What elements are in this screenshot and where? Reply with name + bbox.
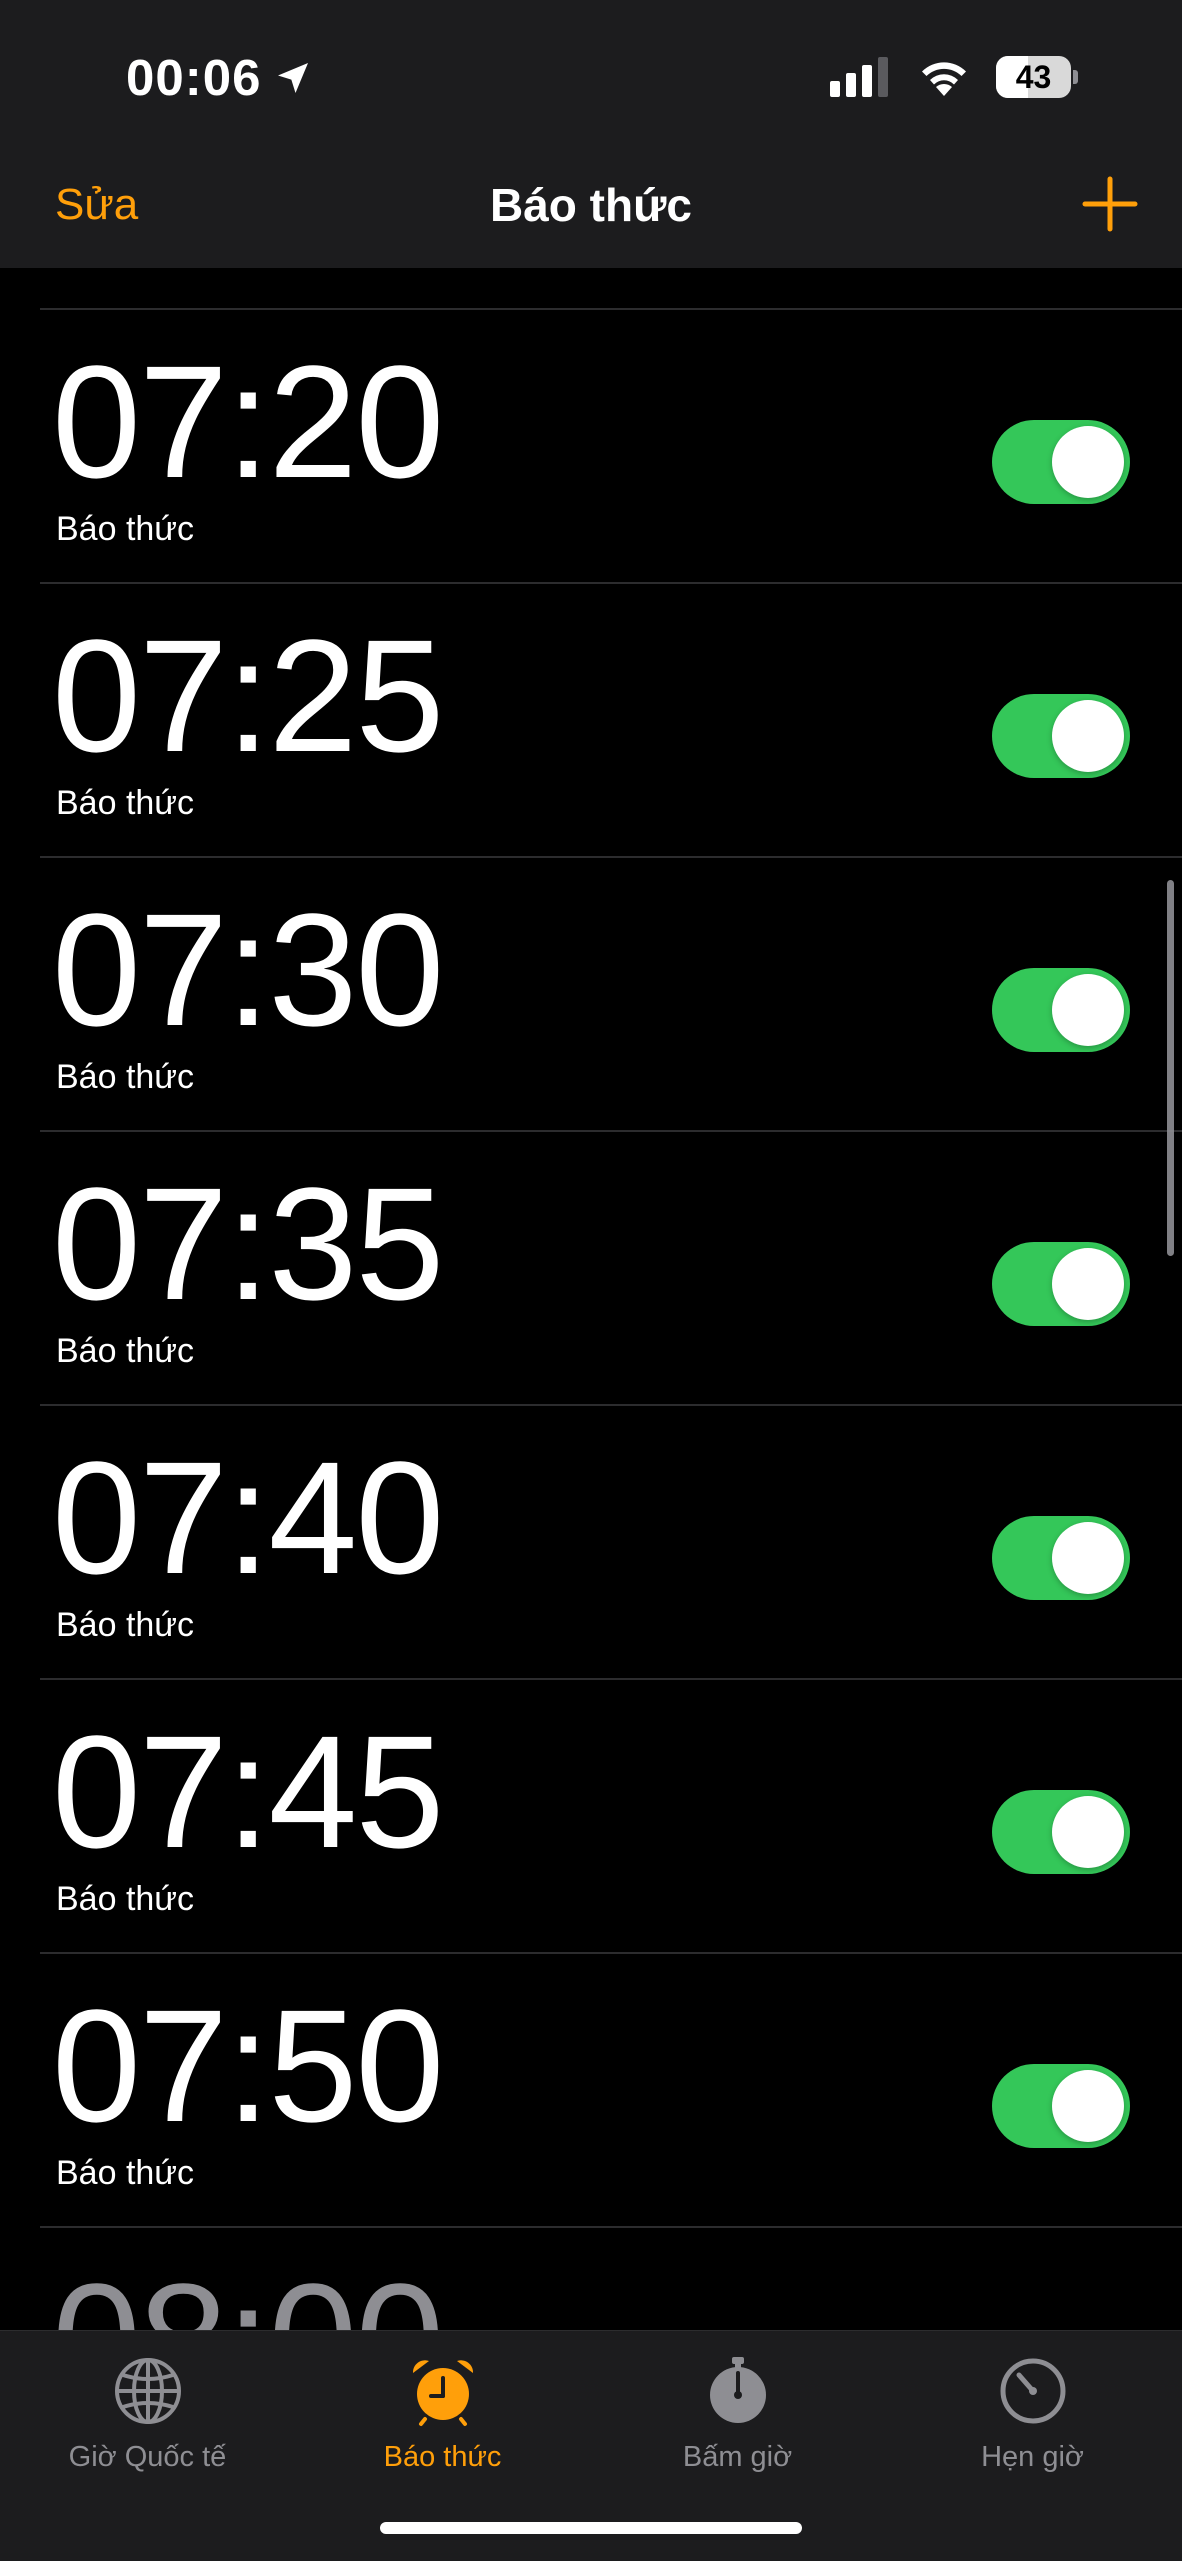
alarm-time: 07:45 [52,1702,444,1881]
tab-stopwatch[interactable]: Bấm giờ [590,2355,885,2474]
cellular-signal-icon [830,57,888,97]
alarm-list[interactable]: 07:20 Báo thức 07:25 Báo thức 07:30 Báo … [0,268,1182,2330]
alarm-time: 08:00 [52,2260,444,2331]
add-alarm-button[interactable] [1082,176,1138,232]
page-title: Báo thức [490,179,692,231]
scroll-indicator[interactable] [1167,880,1174,1256]
alarm-clock-icon [412,2360,473,2426]
alarm-toggle[interactable] [992,420,1130,504]
alarm-time: 07:30 [52,880,444,1059]
alarm-label: Báo thức [56,510,195,548]
tab-alarm[interactable]: Báo thức [295,2355,590,2474]
alarm-time: 07:25 [52,606,444,785]
tab-label: Báo thức [383,2441,502,2473]
alarm-row[interactable]: 07:50 Báo thức [0,1954,1182,2228]
location-arrow-icon [278,62,309,93]
status-bar-time: 00:06 [126,48,313,107]
home-indicator[interactable] [380,2522,802,2534]
alarm-time: 07:40 [52,1428,444,1607]
stopwatch-icon [709,2357,766,2423]
battery-indicator: 43 [996,56,1078,98]
status-indicators: 43 [830,56,1078,98]
tab-label: Giờ Quốc tế [68,2441,227,2473]
globe-icon [114,2358,181,2424]
alarm-label: Báo thức [56,1332,195,1370]
tab-timer[interactable]: Hẹn giờ [885,2355,1180,2474]
alarm-row[interactable]: 07:20 Báo thức [0,310,1182,584]
alarm-label: Báo thức [56,784,195,822]
alarm-row[interactable]: 07:40 Báo thức [0,1406,1182,1680]
alarm-row[interactable]: 07:45 Báo thức [0,1680,1182,1954]
alarm-label: Báo thức [56,2154,195,2192]
alarm-row[interactable]: 07:25 Báo thức [0,584,1182,858]
status-time-text: 00:06 [126,49,262,106]
alarm-time: 07:50 [52,1976,444,2155]
tab-label: Hẹn giờ [981,2441,1084,2473]
alarm-toggle[interactable] [992,1790,1130,1874]
alarm-label: Báo thức [56,1606,195,1644]
alarm-label: Báo thức [56,1058,195,1096]
header: 00:06 43 Sửa Báo thức [0,0,1182,268]
alarm-toggle[interactable] [992,1516,1130,1600]
alarm-label: Báo thức [56,1880,195,1918]
alarm-toggle[interactable] [992,1242,1130,1326]
alarm-row[interactable]: 07:30 Báo thức [0,858,1182,1132]
alarm-row[interactable]: 07:35 Báo thức [0,1132,1182,1406]
wifi-icon [922,62,966,96]
alarm-time: 07:35 [52,1154,444,1333]
alarm-toggle[interactable] [992,968,1130,1052]
tab-world-clock[interactable]: Giờ Quốc tế [0,2355,295,2474]
alarm-row[interactable]: 08:00 [0,2228,1182,2331]
battery-percent: 43 [1015,58,1052,95]
tab-label: Bấm giờ [682,2441,793,2473]
timer-icon [1000,2358,1065,2424]
alarm-time: 07:20 [52,332,444,511]
alarm-toggle[interactable] [992,694,1130,778]
alarm-toggle[interactable] [992,2064,1130,2148]
